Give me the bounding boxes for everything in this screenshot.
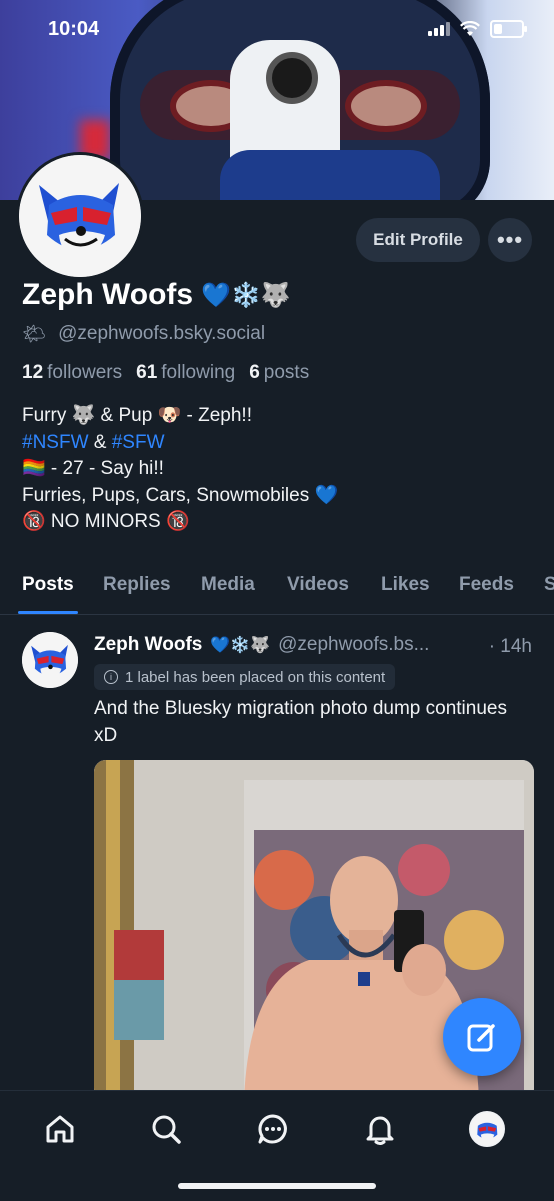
followers-label: followers [47, 362, 123, 383]
profile-actions: Edit Profile ••• [356, 218, 532, 262]
post-author-emoji: 💙❄️🐺 [210, 637, 271, 654]
tab-starter-packs[interactable]: S [544, 574, 554, 596]
nav-chat[interactable] [253, 1109, 293, 1149]
hashtag-nsfw[interactable]: #NSFW [22, 432, 89, 453]
wolf-avatar-icon [22, 632, 78, 688]
nav-search[interactable] [146, 1109, 186, 1149]
post-author-handle[interactable]: @zephwoofs.bs... [278, 634, 429, 656]
compose-button[interactable] [443, 998, 521, 1076]
wolf-avatar-icon [19, 155, 141, 277]
bio-amp: & [88, 431, 112, 453]
hashtag-sfw[interactable]: #SFW [112, 432, 165, 453]
display-name-emoji: 💙❄️🐺 [201, 281, 291, 309]
info-icon: i [104, 670, 118, 684]
content-label-chip[interactable]: i 1 label has been placed on this conten… [94, 664, 396, 690]
bell-icon [366, 1116, 394, 1145]
signal-icon [428, 22, 450, 36]
tab-videos[interactable]: Videos [287, 574, 349, 596]
search-icon [152, 1115, 181, 1144]
home-indicator [178, 1183, 376, 1189]
post-time[interactable]: · 14h [489, 636, 532, 658]
post-author-avatar[interactable] [22, 632, 78, 688]
tab-likes[interactable]: Likes [381, 574, 430, 596]
profile-avatar[interactable] [16, 152, 144, 280]
profile-handle[interactable]: @zephwoofs.bsky.social [58, 323, 265, 345]
display-name: Zeph Woofs [22, 278, 194, 311]
post-author-name[interactable]: Zeph Woofs [94, 634, 202, 656]
chat-icon [258, 1114, 287, 1144]
nav-notifications[interactable] [360, 1109, 400, 1149]
profile-tabs: Posts Replies Media Videos Likes Feeds S [0, 560, 554, 615]
edit-profile-button[interactable]: Edit Profile [356, 218, 480, 262]
content-label-text: 1 label has been placed on this content [125, 668, 386, 686]
following-count: 61 [136, 362, 158, 383]
bio-line-4: Furries, Pups, Cars, Snowmobiles 💙 [22, 484, 339, 506]
post-header: Zeph Woofs 💙❄️🐺 @zephwoofs.bs... [94, 634, 429, 656]
nav-home[interactable] [40, 1109, 80, 1149]
post-text: And the Bluesky migration photo dump con… [94, 698, 507, 746]
followers-count: 12 [22, 362, 44, 383]
bio-line-3: 🏳️‍🌈 - 27 - Say hi!! [22, 458, 164, 479]
bio-line-5: 🔞 NO MINORS 🔞 [22, 511, 190, 532]
sun-cloud-icon: 🌤 [22, 324, 47, 345]
following-stat[interactable]: 61 following [136, 362, 235, 384]
posts-stat: 6 posts [249, 362, 309, 384]
banner-muzzle [220, 150, 440, 200]
profile-bio: Furry 🐺 & Pup 🐶 - Zeph!! #NSFW & #SFW 🏳️… [22, 403, 338, 536]
profile-stats: 12 followers 61 following 6 posts [22, 362, 309, 384]
tab-posts[interactable]: Posts [22, 574, 74, 596]
bio-line-2: #NSFW & #SFW [22, 430, 338, 457]
tab-replies[interactable]: Replies [103, 574, 171, 596]
tab-feeds[interactable]: Feeds [459, 574, 514, 596]
wifi-icon [460, 21, 480, 36]
followers-stat[interactable]: 12 followers [22, 362, 122, 384]
banner-eye-right [345, 80, 427, 132]
nav-profile[interactable] [467, 1109, 507, 1149]
home-icon [46, 1115, 74, 1143]
posts-label: posts [263, 362, 310, 383]
posts-count: 6 [249, 362, 260, 383]
following-label: following [161, 362, 236, 383]
handle-row: 🌤 @zephwoofs.bsky.social [22, 322, 265, 346]
status-icons [428, 20, 527, 38]
tab-media[interactable]: Media [201, 574, 255, 596]
profile-avatar-icon [469, 1111, 505, 1147]
display-name-row: Zeph Woofs 💙❄️🐺 [22, 278, 291, 312]
bio-line-1: Furry 🐺 & Pup 🐶 - Zeph!! [22, 405, 252, 426]
compose-icon [467, 1024, 495, 1052]
battery-icon [490, 20, 527, 38]
more-options-button[interactable]: ••• [488, 218, 532, 262]
status-time: 10:04 [48, 18, 100, 40]
active-tab-indicator [18, 611, 78, 614]
banner-nose [266, 52, 318, 104]
